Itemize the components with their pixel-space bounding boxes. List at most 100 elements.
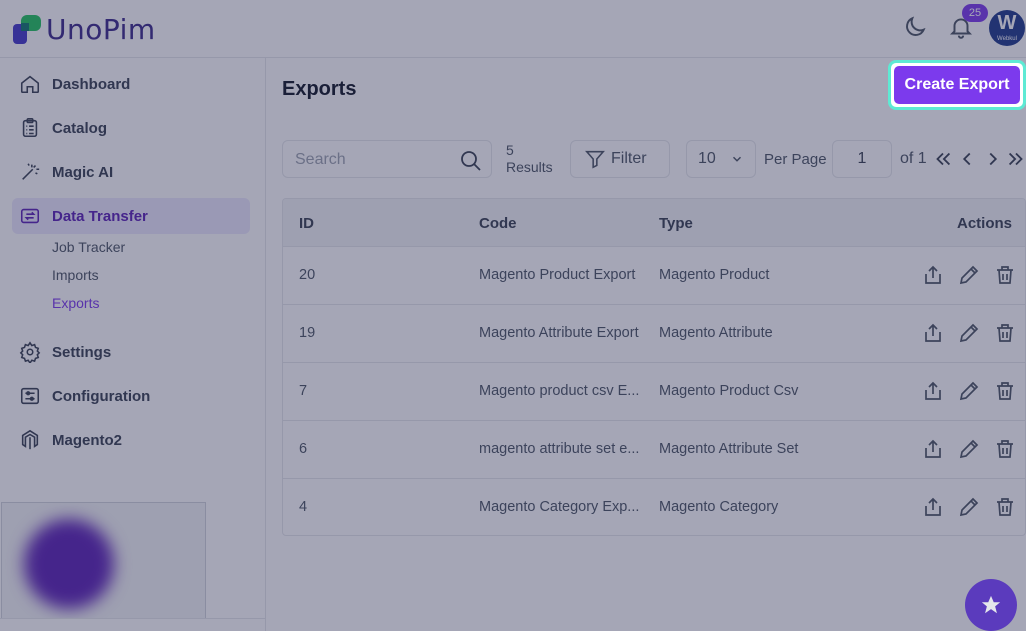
logo[interactable]: UnoPim — [12, 13, 156, 46]
pencil-icon[interactable] — [957, 495, 981, 519]
sidebar-item-label: Settings — [52, 343, 112, 361]
cell-id: 20 — [299, 267, 316, 283]
chevron-down-icon — [732, 156, 741, 162]
sidebar-item-magic-ai[interactable]: Magic AI — [12, 154, 250, 190]
magento-icon — [21, 429, 39, 450]
filter-icon — [585, 150, 605, 169]
export-icon[interactable] — [921, 263, 945, 287]
star-icon — [981, 595, 1001, 614]
results-number: 5 — [506, 142, 514, 158]
cell-id: 6 — [299, 441, 308, 457]
blurred-preview — [1, 502, 206, 619]
cell-type: Magento Category — [659, 499, 779, 515]
cell-code: Magento product csv E... — [479, 383, 640, 399]
column-header-actions: Actions — [957, 215, 1013, 232]
sidebar-subitem-imports[interactable]: Imports — [52, 267, 99, 283]
cell-id: 7 — [299, 383, 308, 399]
notification-count-badge: 25 — [962, 4, 988, 22]
sidebar-item-data-transfer[interactable]: Data Transfer — [12, 198, 250, 234]
sidebar-subitem-job-tracker[interactable]: Job Tracker — [52, 239, 125, 255]
user-avatar[interactable]: W Webkul — [989, 10, 1025, 46]
sidebar-item-label: Dashboard — [52, 75, 131, 93]
table-header: ID Code Type Actions — [283, 199, 1025, 247]
table-row: 6 magento attribute set e... Magento Attri… — [283, 421, 1025, 479]
cell-type: Magento Attribute — [659, 325, 773, 341]
sidebar-item-label: Magic AI — [52, 163, 114, 181]
magic-wand-icon — [22, 163, 40, 180]
cell-type: Magento Product Csv — [659, 383, 799, 399]
blurred-shape — [24, 519, 114, 609]
sidebar-item-label: Data Transfer — [52, 207, 148, 225]
table-row: 7 Magento product csv E... Magento Product… — [283, 363, 1025, 421]
pencil-icon[interactable] — [957, 379, 981, 403]
sidebar-item-settings[interactable]: Settings — [12, 334, 250, 370]
results-label: Results — [506, 159, 553, 175]
cell-code: magento attribute set e... — [479, 441, 640, 457]
moon-icon[interactable] — [902, 14, 928, 40]
avatar-letter: W — [997, 12, 1017, 34]
pencil-icon[interactable] — [957, 437, 981, 461]
search-icon[interactable] — [459, 149, 483, 173]
table-row: 19 Magento Attribute Export Magento Attrib… — [283, 305, 1025, 363]
last-page-icon[interactable] — [1005, 148, 1026, 170]
filter-label: Filter — [611, 150, 647, 167]
data-transfer-icon — [20, 208, 40, 224]
pencil-icon[interactable] — [957, 321, 981, 345]
column-header-type[interactable]: Type — [659, 215, 693, 232]
trash-icon[interactable] — [993, 495, 1017, 519]
avatar-brand: Webkul — [997, 36, 1017, 42]
gear-icon — [19, 341, 41, 363]
create-export-label: Create Export — [894, 66, 1020, 104]
trash-icon[interactable] — [993, 321, 1017, 345]
cell-type: Magento Product — [659, 267, 770, 283]
sidebar-item-catalog[interactable]: Catalog — [12, 110, 250, 146]
cell-type: Magento Attribute Set — [659, 441, 799, 457]
column-header-id[interactable]: ID — [299, 215, 314, 232]
sidebar-subitem-exports[interactable]: Exports — [52, 295, 99, 311]
sidebar-item-dashboard[interactable]: Dashboard — [12, 66, 250, 102]
unopim-logo-icon — [13, 14, 41, 44]
favorite-fab-button[interactable] — [965, 579, 1017, 631]
cell-code: Magento Product Export — [479, 267, 636, 283]
column-header-code[interactable]: Code — [479, 215, 517, 232]
home-icon — [20, 75, 40, 94]
sidebar-item-configuration[interactable]: Configuration — [12, 378, 250, 414]
clipboard-list-icon — [22, 118, 38, 138]
app-header: UnoPim 25 W Webkul — [0, 0, 1026, 58]
per-page-select[interactable]: 10 — [686, 140, 756, 178]
per-page-value: 10 — [698, 150, 716, 167]
trash-icon[interactable] — [993, 263, 1017, 287]
page-total-label: of 1 — [900, 150, 927, 167]
sliders-icon — [20, 387, 40, 405]
export-icon[interactable] — [921, 495, 945, 519]
search-input[interactable] — [295, 149, 455, 171]
cell-id: 19 — [299, 325, 316, 341]
cell-id: 4 — [299, 499, 308, 515]
search-box — [282, 140, 492, 178]
sidebar-item-magento2[interactable]: Magento2 — [12, 422, 250, 458]
per-page-label: Per Page — [764, 151, 827, 168]
results-count: 5 Results — [506, 142, 553, 176]
filter-button[interactable]: Filter — [570, 140, 670, 178]
sidebar-item-label: Catalog — [52, 119, 108, 137]
table-row: 20 Magento Product Export Magento Product — [283, 247, 1025, 305]
trash-icon[interactable] — [993, 379, 1017, 403]
sidebar-divider — [0, 618, 266, 619]
previous-page-icon[interactable] — [956, 148, 978, 170]
sidebar-item-label: Configuration — [52, 387, 151, 405]
page-number-input[interactable] — [832, 140, 892, 178]
next-page-icon[interactable] — [982, 148, 1004, 170]
export-icon[interactable] — [921, 437, 945, 461]
export-icon[interactable] — [921, 321, 945, 345]
app-name: UnoPim — [46, 13, 156, 46]
export-icon[interactable] — [921, 379, 945, 403]
sidebar: Dashboard Catalog Magic AI Data Transfer… — [0, 58, 266, 631]
cell-code: Magento Category Exp... — [479, 499, 640, 515]
pencil-icon[interactable] — [957, 263, 981, 287]
table-row: 4 Magento Category Exp... Magento Category — [283, 479, 1025, 535]
trash-icon[interactable] — [993, 437, 1017, 461]
first-page-icon[interactable] — [932, 148, 954, 170]
create-export-button[interactable]: Create Export — [888, 60, 1026, 110]
cell-code: Magento Attribute Export — [479, 325, 639, 341]
exports-table: ID Code Type Actions 20 Magento Product E… — [282, 198, 1026, 536]
